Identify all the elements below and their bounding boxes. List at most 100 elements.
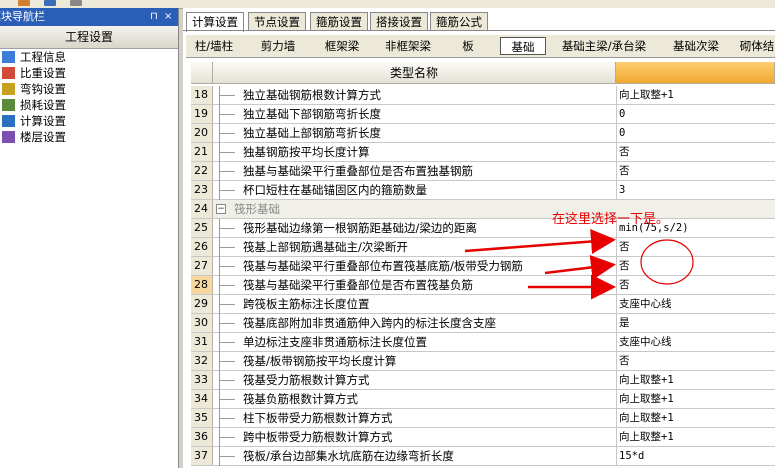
table-row[interactable]: 21 独基钢筋按平均长度计算 否 bbox=[191, 143, 775, 162]
setting-name: 筏基上部钢筋遇基础主/次梁断开 bbox=[243, 240, 408, 254]
row-number: 23 bbox=[191, 181, 213, 199]
tree-line bbox=[219, 342, 235, 343]
setting-value[interactable]: 0 bbox=[616, 105, 775, 123]
nav-item-label: 比重设置 bbox=[20, 66, 66, 80]
setting-value[interactable]: 否 bbox=[616, 238, 775, 256]
setting-name: 筏形基础 bbox=[234, 202, 280, 216]
collapse-icon[interactable]: − bbox=[216, 204, 226, 214]
subtab-0[interactable]: 柱/墙柱 bbox=[186, 37, 242, 55]
subtab-3[interactable]: 非框架梁 bbox=[378, 37, 438, 55]
row-number: 35 bbox=[191, 409, 213, 427]
table-row[interactable]: 32 筏基/板带钢筋按平均长度计算 否 bbox=[191, 352, 775, 371]
setting-value[interactable]: 向上取整+1 bbox=[616, 390, 775, 408]
nav-item-0[interactable]: 工程信息 bbox=[0, 49, 178, 65]
setting-name: 独基钢筋按平均长度计算 bbox=[243, 145, 370, 159]
calc-icon bbox=[2, 115, 15, 127]
subtab-6[interactable]: 基础主梁/承台梁 bbox=[552, 37, 656, 55]
nav-item-label: 楼层设置 bbox=[20, 130, 66, 144]
module-nav-panel: 模块导航栏 ⊓ × 工程设置 工程信息比重设置弯钩设置损耗设置计算设置楼层设置 bbox=[0, 8, 179, 468]
table-row[interactable]: 28 筏基与基础梁平行重叠部位是否布置筏基负筋 否 bbox=[191, 276, 775, 295]
tree-line bbox=[219, 247, 235, 248]
setting-name: 筏基与基础梁平行重叠部位是否布置筏基负筋 bbox=[243, 278, 473, 292]
setting-value[interactable]: 支座中心线 bbox=[616, 295, 775, 313]
setting-value[interactable]: 15*d bbox=[616, 447, 775, 465]
nav-item-label: 工程信息 bbox=[20, 50, 66, 64]
loss-icon bbox=[2, 99, 15, 111]
setting-value[interactable]: 0 bbox=[616, 124, 775, 142]
setting-value[interactable]: 否 bbox=[616, 143, 775, 161]
tab-0[interactable]: 计算设置 bbox=[186, 12, 244, 32]
setting-value[interactable]: 是 bbox=[616, 314, 775, 332]
tree-line bbox=[219, 133, 235, 134]
subtab-2[interactable]: 框架梁 bbox=[314, 37, 370, 55]
setting-name: 筏基负筋根数计算方式 bbox=[243, 392, 358, 406]
nav-item-2[interactable]: 弯钩设置 bbox=[0, 81, 178, 97]
setting-name: 单边标注支座非贯通筋标注长度位置 bbox=[243, 335, 427, 349]
table-row[interactable]: 35 柱下板带受力筋根数计算方式 向上取整+1 bbox=[191, 409, 775, 428]
table-row[interactable]: 29 跨筏板主筋标注长度位置 支座中心线 bbox=[191, 295, 775, 314]
tree-line bbox=[219, 380, 235, 381]
annotation-text: 在这里选择一下是。 bbox=[552, 212, 670, 227]
table-row[interactable]: 25 筏形基础边缘第一根钢筋距基础边/梁边的距离 min(75,s/2) bbox=[191, 219, 775, 238]
setting-value[interactable]: 向上取整+1 bbox=[616, 86, 775, 104]
setting-value[interactable]: 否 bbox=[616, 352, 775, 370]
nav-panel-header[interactable]: 工程设置 bbox=[0, 26, 178, 49]
pin-icon[interactable]: ⊓ bbox=[150, 8, 158, 26]
tab-3[interactable]: 搭接设置 bbox=[370, 12, 428, 31]
table-row[interactable]: 20 独立基础上部钢筋弯折长度 0 bbox=[191, 124, 775, 143]
subtab-7[interactable]: 基础次梁 bbox=[664, 37, 728, 55]
nav-item-3[interactable]: 损耗设置 bbox=[0, 97, 178, 113]
setting-value[interactable]: 支座中心线 bbox=[616, 333, 775, 351]
setting-value[interactable]: 3 bbox=[616, 181, 775, 199]
setting-value[interactable]: 向上取整+1 bbox=[616, 371, 775, 389]
value-header bbox=[616, 62, 775, 84]
table-row[interactable]: 34 筏基负筋根数计算方式 向上取整+1 bbox=[191, 390, 775, 409]
toolbar-undo-icon[interactable] bbox=[70, 0, 82, 6]
setting-name: 筏板/承台边部集水坑底筋在边缘弯折长度 bbox=[243, 449, 454, 463]
setting-name: 筏形基础边缘第一根钢筋距基础边/梁边的距离 bbox=[243, 221, 477, 235]
tree-line bbox=[219, 114, 235, 115]
setting-value[interactable]: 否 bbox=[616, 276, 775, 294]
nav-panel-title-bar: 模块导航栏 ⊓ × bbox=[0, 8, 178, 26]
setting-name: 杯口短柱在基础锚固区内的箍筋数量 bbox=[243, 183, 427, 197]
tree-line bbox=[219, 228, 235, 229]
subtab-5[interactable]: 基础 bbox=[500, 37, 546, 55]
table-row[interactable]: 19 独立基础下部钢筋弯折长度 0 bbox=[191, 105, 775, 124]
component-subtabs: 柱/墙柱 剪力墙 框架梁 非框架梁板基础 基础主梁/承台梁 基础次梁 砌体结 bbox=[186, 34, 775, 58]
table-row[interactable]: 24− 筏形基础 bbox=[191, 200, 775, 219]
tree-line bbox=[219, 361, 235, 362]
table-row[interactable]: 22 独基与基础梁平行重叠部位是否布置独基钢筋 否 bbox=[191, 162, 775, 181]
nav-item-5[interactable]: 楼层设置 bbox=[0, 129, 178, 145]
subtab-4[interactable]: 板 bbox=[444, 37, 492, 55]
row-number: 26 bbox=[191, 238, 213, 256]
close-icon[interactable]: × bbox=[164, 8, 172, 26]
toolbar-folder-icon[interactable] bbox=[18, 0, 30, 6]
tab-2[interactable]: 箍筋设置 bbox=[310, 12, 368, 31]
table-row[interactable]: 30 筏基底部附加非贯通筋伸入跨内的标注长度含支座 是 bbox=[191, 314, 775, 333]
table-row[interactable]: 27 筏基与基础梁平行重叠部位布置筏基底筋/板带受力钢筋 否 bbox=[191, 257, 775, 276]
table-row[interactable]: 36 跨中板带受力筋根数计算方式 向上取整+1 bbox=[191, 428, 775, 447]
tree-line bbox=[219, 95, 235, 96]
setting-name: 独基与基础梁平行重叠部位是否布置独基钢筋 bbox=[243, 164, 473, 178]
table-row[interactable]: 37 筏板/承台边部集水坑底筋在边缘弯折长度 15*d bbox=[191, 447, 775, 466]
subtab-8[interactable]: 砌体结 bbox=[732, 37, 775, 55]
setting-value[interactable]: 向上取整+1 bbox=[616, 428, 775, 446]
table-row[interactable]: 26 筏基上部钢筋遇基础主/次梁断开 否 bbox=[191, 238, 775, 257]
floor-icon bbox=[2, 131, 15, 143]
setting-value[interactable]: 否 bbox=[616, 257, 775, 275]
table-row[interactable]: 33 筏基受力筋根数计算方式 向上取整+1 bbox=[191, 371, 775, 390]
table-row[interactable]: 23 杯口短柱在基础锚固区内的箍筋数量 3 bbox=[191, 181, 775, 200]
setting-value[interactable]: 否 bbox=[616, 162, 775, 180]
tab-1[interactable]: 节点设置 bbox=[248, 12, 306, 31]
table-row[interactable]: 18 独立基础钢筋根数计算方式 向上取整+1 bbox=[191, 86, 775, 105]
row-number: 33 bbox=[191, 371, 213, 389]
tree-line bbox=[219, 285, 235, 286]
subtab-1[interactable]: 剪力墙 bbox=[250, 37, 306, 55]
nav-item-1[interactable]: 比重设置 bbox=[0, 65, 178, 81]
nav-item-4[interactable]: 计算设置 bbox=[0, 113, 178, 129]
toolbar-save-icon[interactable] bbox=[44, 0, 56, 6]
table-row[interactable]: 31 单边标注支座非贯通筋标注长度位置 支座中心线 bbox=[191, 333, 775, 352]
tab-4[interactable]: 箍筋公式 bbox=[430, 12, 488, 31]
setting-value[interactable]: 向上取整+1 bbox=[616, 409, 775, 427]
tree-line bbox=[219, 190, 235, 191]
